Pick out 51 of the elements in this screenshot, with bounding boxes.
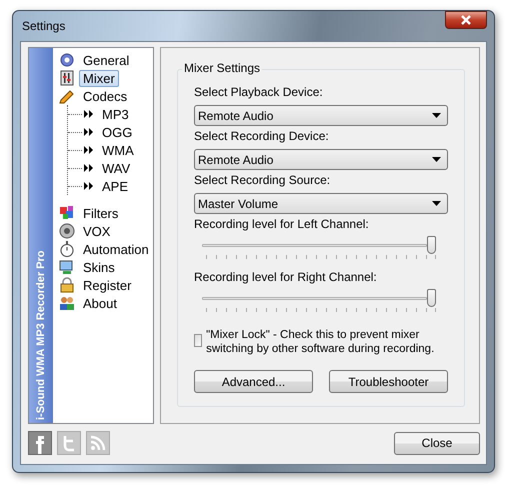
group-title: Mixer Settings [182,61,262,75]
speaker-icon [59,223,75,239]
padlock-icon [59,277,75,293]
stopwatch-icon [59,241,75,257]
field-label: Recording level for Left Channel: [194,217,370,233]
tree-item[interactable]: Codecs [79,88,132,104]
tree-item[interactable]: OGG [98,124,136,140]
close-button[interactable] [445,11,487,29]
action-button[interactable]: Advanced... [194,370,313,393]
tree-item[interactable]: MP3 [98,106,133,122]
pencil-icon [59,88,75,104]
tree-item[interactable]: APE [98,178,132,194]
slider-thumb[interactable] [427,236,436,254]
double-chevron-icon [84,164,94,172]
double-chevron-icon [84,110,94,118]
checkbox[interactable] [194,334,202,347]
close-button[interactable]: Close [394,432,480,454]
monitor-icon [59,259,75,275]
tree-item[interactable]: General [79,52,134,68]
dropdown[interactable]: Remote Audio [194,105,448,126]
slider-thumb[interactable] [427,289,436,307]
checkbox-label: "Mixer Lock" - Check this to prevent mixer switching by other software during recording. [206,328,436,356]
dropdown[interactable]: Remote Audio [194,149,448,170]
window-title: Settings [21,19,66,33]
palette-icon [59,205,75,221]
double-chevron-icon [84,128,94,136]
caret-icon [432,157,441,162]
double-chevron-icon [84,182,94,190]
field-label: Select Playback Device: [194,85,324,101]
dropdown[interactable]: Master Volume [194,193,448,214]
tree-item[interactable]: Mixer [79,70,119,86]
field-label: Recording level for Right Channel: [194,270,378,286]
tree-item[interactable]: Automation [79,240,153,258]
facebook-icon[interactable] [28,431,52,455]
tree-item[interactable]: WAV [98,160,134,176]
tree-item[interactable]: Filters [79,204,122,222]
field-label: Select Recording Source: [194,173,332,189]
mixer-icon [59,70,75,86]
action-button[interactable]: Troubleshooter [329,370,448,393]
close-icon [460,15,472,25]
tree-item[interactable]: WMA [98,142,138,158]
tree-item[interactable]: About [79,294,121,312]
field-label: Select Recording Device: [194,129,330,145]
caret-icon [432,113,441,118]
tree-item[interactable]: Skins [79,258,119,276]
people-icon [59,295,75,311]
sidebar-banner: i-Sound WMA MP3 Recorder Pro [29,48,53,423]
caret-icon [432,201,441,206]
tree-item[interactable]: Register [79,276,136,294]
double-chevron-icon [84,146,94,154]
tree-item[interactable]: VOX [79,222,114,240]
